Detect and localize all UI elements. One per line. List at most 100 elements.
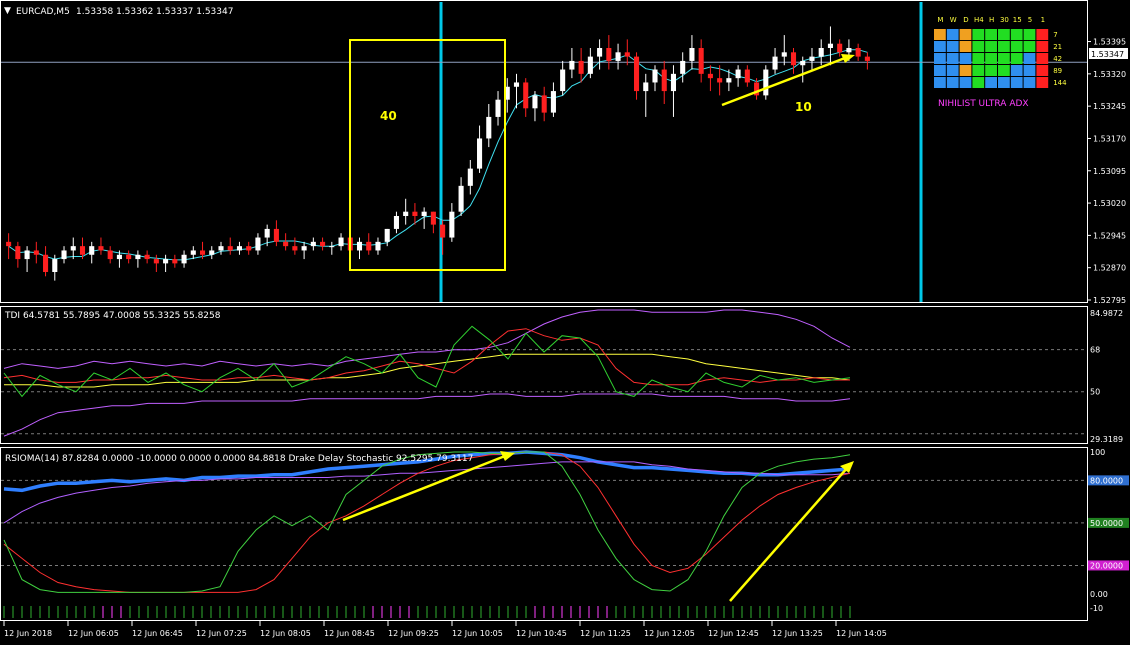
candle-body xyxy=(310,241,316,247)
box-label: 40 xyxy=(380,109,397,123)
adx-cell xyxy=(946,65,959,76)
candle-body xyxy=(560,69,566,92)
rsioma-tick-label: 100 xyxy=(1090,448,1105,457)
adx-cell xyxy=(972,65,985,76)
price-tick-label: 1.52945 xyxy=(1093,231,1126,240)
adx-period-label: 7 xyxy=(1053,31,1057,39)
candle-body xyxy=(236,246,243,251)
adx-cell xyxy=(1010,77,1023,88)
candle-body xyxy=(356,241,363,251)
candle-body xyxy=(393,216,399,229)
candle-body xyxy=(366,241,372,251)
adx-cell xyxy=(1036,29,1049,40)
price-tick-label: 1.52870 xyxy=(1093,264,1126,273)
adx-cell xyxy=(934,29,946,40)
candle-body xyxy=(846,48,852,53)
adx-cell xyxy=(985,29,997,40)
candle-body xyxy=(144,254,150,260)
candle-body xyxy=(569,60,575,70)
candle-body xyxy=(597,48,603,57)
arrow-label: 10 xyxy=(795,100,812,114)
candle-body xyxy=(116,254,122,260)
candle-body xyxy=(735,69,741,79)
candle-body xyxy=(717,78,723,83)
adx-cell xyxy=(946,41,959,52)
annotation-arrow-main xyxy=(721,56,846,107)
adx-cell xyxy=(998,77,1010,88)
adx-cell xyxy=(1036,41,1049,52)
candle-body xyxy=(486,116,492,139)
candle-body xyxy=(163,259,169,264)
adx-cell xyxy=(959,41,972,52)
candle-body xyxy=(190,250,196,255)
price-tick-label: 1.53020 xyxy=(1093,199,1126,208)
tdi-series-line xyxy=(3,328,850,386)
candle-body xyxy=(199,250,206,255)
candle-body xyxy=(550,91,556,113)
rsioma-label: RSIOMA(14) 87.8284 0.0000 -10.0000 0.000… xyxy=(5,454,473,464)
candle-body xyxy=(772,56,778,70)
candle-body xyxy=(680,60,686,74)
symbol-label: EURCAD,M5 xyxy=(16,7,70,17)
candle-body xyxy=(227,246,233,251)
rsioma-tick-label: 80.0000 xyxy=(1090,476,1123,485)
candle-body xyxy=(375,241,381,251)
candle-body xyxy=(440,224,446,238)
adx-cell xyxy=(1010,53,1023,64)
candle-body xyxy=(652,69,658,83)
candle-body xyxy=(726,78,732,83)
candle-body xyxy=(135,254,141,260)
time-tick-label: 12 Jun 08:05 xyxy=(260,629,311,638)
adx-title: NIHILIST ULTRA ADX xyxy=(938,99,1029,109)
candle-body xyxy=(855,48,861,57)
candle-body xyxy=(320,241,326,247)
rsioma-arrow-2 xyxy=(729,466,849,602)
tdi-tick-label: 68 xyxy=(1090,346,1100,355)
candle-body xyxy=(98,246,104,251)
candle-body xyxy=(6,241,12,247)
adx-cell xyxy=(985,53,997,64)
time-tick-label: 12 Jun 11:25 xyxy=(580,629,631,638)
adx-period-label: 89 xyxy=(1053,67,1062,75)
candle-body xyxy=(864,56,870,61)
candle-body xyxy=(624,52,630,57)
rsioma-tick-label: 20.0000 xyxy=(1090,561,1123,570)
chart-collapse-icon[interactable]: ▼ xyxy=(4,6,11,16)
adx-cell xyxy=(972,77,985,88)
adx-panel: M W D H4 H 30 15 5 17 21 42 89 144 xyxy=(934,16,1067,88)
price-tick-label: 1.53170 xyxy=(1093,134,1126,143)
adx-timeframe-label: 5 xyxy=(1028,16,1032,24)
candle-body xyxy=(578,60,584,74)
time-tick-label: 12 Jun 2018 xyxy=(4,629,52,638)
ohlc-readout: 1.53358 1.53362 1.53337 1.53347 xyxy=(76,7,233,17)
adx-timeframe-label: 1 xyxy=(1041,16,1045,24)
adx-cell xyxy=(959,77,972,88)
adx-timeframe-label: 15 xyxy=(1013,16,1022,24)
adx-cell xyxy=(1023,77,1036,88)
adx-timeframe-label: 30 xyxy=(1000,16,1009,24)
price-tick-label: 1.52795 xyxy=(1093,296,1126,305)
time-tick-label: 12 Jun 08:45 xyxy=(324,629,375,638)
candle-body xyxy=(70,246,76,251)
rsioma-panel-frame xyxy=(0,447,1088,621)
adx-cell xyxy=(972,53,985,64)
main-panel-frame xyxy=(0,0,1088,303)
adx-timeframe-label: D xyxy=(963,16,968,24)
adx-cell xyxy=(998,29,1010,40)
candle-body xyxy=(606,48,612,61)
candle-body xyxy=(273,228,279,242)
time-tick-label: 12 Jun 13:25 xyxy=(772,629,823,638)
candle-body xyxy=(52,259,58,272)
adx-cell xyxy=(1010,29,1023,40)
adx-cell xyxy=(934,65,946,76)
adx-timeframe-label: M xyxy=(937,16,943,24)
time-tick-label: 12 Jun 14:05 xyxy=(836,629,887,638)
candle-body xyxy=(24,250,30,260)
candle-body xyxy=(15,246,21,260)
adx-cell xyxy=(1010,41,1023,52)
price-tick-label: 1.53320 xyxy=(1093,70,1126,79)
candle-body xyxy=(818,48,824,57)
candle-body xyxy=(218,246,224,251)
adx-cell xyxy=(985,65,997,76)
candle-body xyxy=(615,52,621,61)
